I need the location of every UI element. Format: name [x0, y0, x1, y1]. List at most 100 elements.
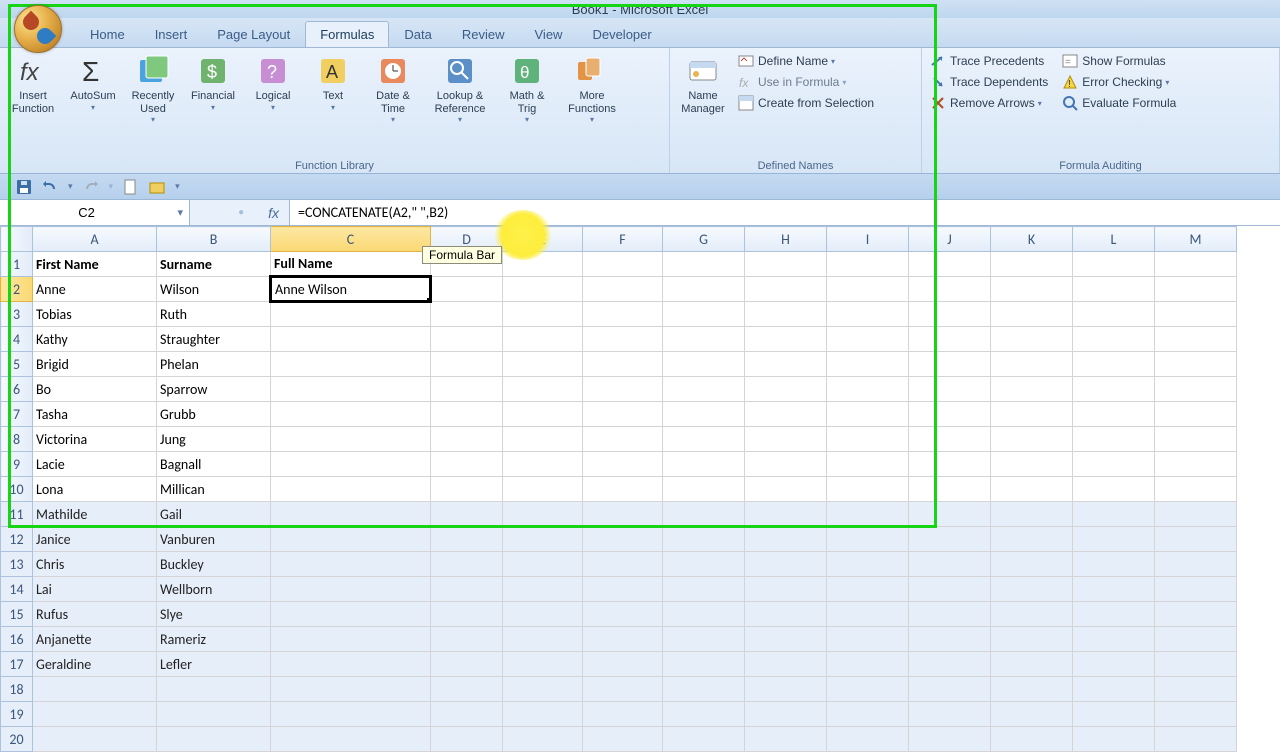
cell-F4[interactable] — [583, 327, 663, 352]
name-manager-button[interactable]: Name Manager — [676, 52, 730, 117]
cell-B16[interactable]: Rameriz — [157, 627, 271, 652]
cell-I18[interactable] — [827, 677, 909, 702]
cell-E1[interactable] — [503, 252, 583, 277]
cell-C9[interactable] — [271, 452, 431, 477]
cell-C13[interactable] — [271, 552, 431, 577]
cell-K20[interactable] — [991, 727, 1073, 752]
cell-H15[interactable] — [745, 602, 827, 627]
cell-A17[interactable]: Geraldine — [33, 652, 157, 677]
row-header-13[interactable]: 13 — [1, 552, 33, 577]
col-header-C[interactable]: C — [271, 227, 431, 252]
cell-J20[interactable] — [909, 727, 991, 752]
tab-review[interactable]: Review — [447, 21, 520, 47]
cell-K8[interactable] — [991, 427, 1073, 452]
cell-M8[interactable] — [1155, 427, 1237, 452]
cell-L11[interactable] — [1073, 502, 1155, 527]
col-header-H[interactable]: H — [745, 227, 827, 252]
cell-H11[interactable] — [745, 502, 827, 527]
cell-I8[interactable] — [827, 427, 909, 452]
cell-E7[interactable] — [503, 402, 583, 427]
row-header-6[interactable]: 6 — [1, 377, 33, 402]
cell-E4[interactable] — [503, 327, 583, 352]
cell-B14[interactable]: Wellborn — [157, 577, 271, 602]
col-header-K[interactable]: K — [991, 227, 1073, 252]
cell-B3[interactable]: Ruth — [157, 302, 271, 327]
cell-M13[interactable] — [1155, 552, 1237, 577]
cell-B10[interactable]: Millican — [157, 477, 271, 502]
cell-B13[interactable]: Buckley — [157, 552, 271, 577]
cell-L3[interactable] — [1073, 302, 1155, 327]
cell-G3[interactable] — [663, 302, 745, 327]
cell-H12[interactable] — [745, 527, 827, 552]
cell-E14[interactable] — [503, 577, 583, 602]
select-all-corner[interactable] — [1, 227, 33, 252]
cell-E11[interactable] — [503, 502, 583, 527]
cell-H5[interactable] — [745, 352, 827, 377]
more-functions-button[interactable]: More Functions — [560, 52, 624, 126]
cell-B15[interactable]: Slye — [157, 602, 271, 627]
cell-H17[interactable] — [745, 652, 827, 677]
cell-I17[interactable] — [827, 652, 909, 677]
cell-A15[interactable]: Rufus — [33, 602, 157, 627]
cell-H19[interactable] — [745, 702, 827, 727]
cell-G15[interactable] — [663, 602, 745, 627]
cell-D10[interactable] — [431, 477, 503, 502]
cell-B8[interactable]: Jung — [157, 427, 271, 452]
col-header-E[interactable]: E — [503, 227, 583, 252]
cell-H2[interactable] — [745, 277, 827, 302]
cell-K6[interactable] — [991, 377, 1073, 402]
cell-K5[interactable] — [991, 352, 1073, 377]
cell-F9[interactable] — [583, 452, 663, 477]
undo-icon[interactable] — [42, 179, 58, 195]
cell-F6[interactable] — [583, 377, 663, 402]
cell-F2[interactable] — [583, 277, 663, 302]
cell-A4[interactable]: Kathy — [33, 327, 157, 352]
cell-E20[interactable] — [503, 727, 583, 752]
cell-C10[interactable] — [271, 477, 431, 502]
cell-M1[interactable] — [1155, 252, 1237, 277]
define-name-button[interactable]: Define Name — [736, 52, 880, 70]
cell-A13[interactable]: Chris — [33, 552, 157, 577]
cell-L13[interactable] — [1073, 552, 1155, 577]
cell-A9[interactable]: Lacie — [33, 452, 157, 477]
cell-F8[interactable] — [583, 427, 663, 452]
cell-L9[interactable] — [1073, 452, 1155, 477]
open-icon[interactable] — [149, 179, 165, 195]
cell-E8[interactable] — [503, 427, 583, 452]
cell-J2[interactable] — [909, 277, 991, 302]
cell-M6[interactable] — [1155, 377, 1237, 402]
tab-page-layout[interactable]: Page Layout — [202, 21, 305, 47]
cell-E3[interactable] — [503, 302, 583, 327]
row-header-9[interactable]: 9 — [1, 452, 33, 477]
cell-I19[interactable] — [827, 702, 909, 727]
cell-D11[interactable] — [431, 502, 503, 527]
cell-M11[interactable] — [1155, 502, 1237, 527]
cell-C15[interactable] — [271, 602, 431, 627]
cell-H10[interactable] — [745, 477, 827, 502]
cell-K2[interactable] — [991, 277, 1073, 302]
cell-J7[interactable] — [909, 402, 991, 427]
save-icon[interactable] — [16, 179, 32, 195]
cell-D6[interactable] — [431, 377, 503, 402]
cell-C16[interactable] — [271, 627, 431, 652]
cell-M16[interactable] — [1155, 627, 1237, 652]
cell-K17[interactable] — [991, 652, 1073, 677]
insert-function-button[interactable]: fx Insert Function — [6, 52, 60, 117]
create-from-selection-button[interactable]: Create from Selection — [736, 94, 880, 112]
cell-K15[interactable] — [991, 602, 1073, 627]
cell-A7[interactable]: Tasha — [33, 402, 157, 427]
cell-L10[interactable] — [1073, 477, 1155, 502]
cell-G4[interactable] — [663, 327, 745, 352]
cell-C11[interactable] — [271, 502, 431, 527]
cell-F15[interactable] — [583, 602, 663, 627]
cell-J19[interactable] — [909, 702, 991, 727]
cell-G13[interactable] — [663, 552, 745, 577]
row-header-5[interactable]: 5 — [1, 352, 33, 377]
cell-B9[interactable]: Bagnall — [157, 452, 271, 477]
cell-M7[interactable] — [1155, 402, 1237, 427]
undo-dropdown-icon[interactable]: ▾ — [68, 181, 73, 192]
cell-K14[interactable] — [991, 577, 1073, 602]
cell-D19[interactable] — [431, 702, 503, 727]
cell-B19[interactable] — [157, 702, 271, 727]
cell-G8[interactable] — [663, 427, 745, 452]
